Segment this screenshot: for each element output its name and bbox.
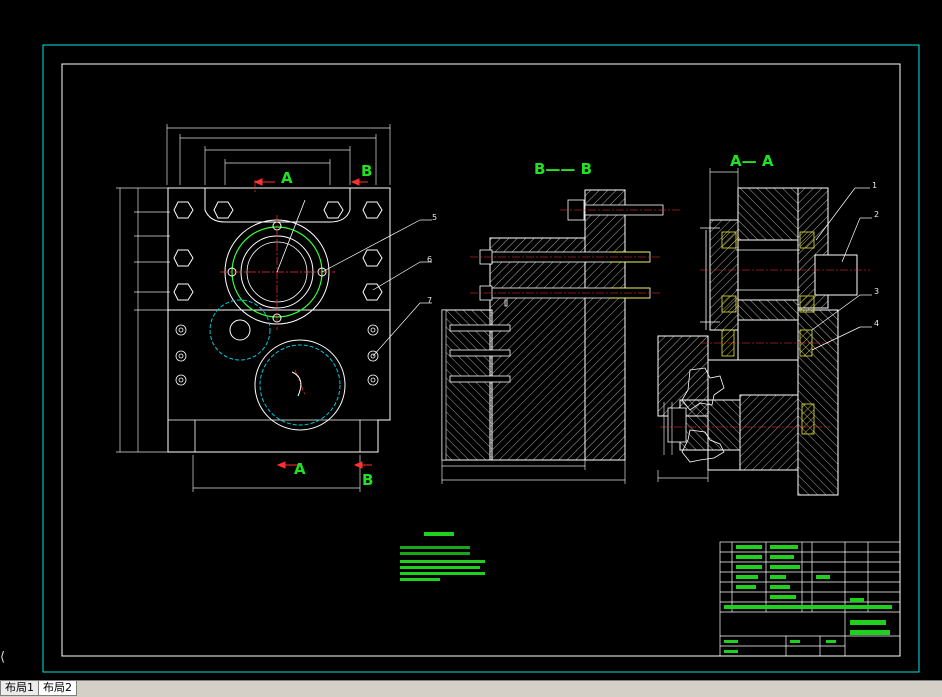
- section-label-a-bottom: A: [294, 460, 306, 478]
- section-label-b-top: B: [361, 162, 373, 180]
- balloon-3: 3: [874, 287, 880, 296]
- layout-tab-bar: 布局1 布局2: [0, 680, 942, 697]
- notes-line: [400, 546, 470, 549]
- section-b-b: [441, 189, 680, 484]
- section-title-a-a: A— A: [730, 152, 774, 170]
- balloon-1: 1: [872, 181, 878, 190]
- balloon-5: 5: [432, 213, 438, 222]
- balloon-6: 6: [427, 255, 433, 264]
- notes-line: [400, 566, 480, 569]
- front-view: [116, 124, 432, 492]
- crosshair-cursor-icon: ⟨: [0, 650, 6, 665]
- notes-heading: [424, 532, 454, 536]
- balloon-2: 2: [874, 210, 880, 219]
- notes-line: [400, 552, 470, 555]
- notes-line: [400, 572, 485, 575]
- balloon-4: 4: [874, 319, 880, 328]
- tab-layout-1[interactable]: 布局1: [0, 681, 39, 696]
- drawing-canvas[interactable]: [0, 0, 942, 680]
- section-title-b-b: B—— B: [534, 160, 593, 178]
- balloon-7: 7: [427, 296, 433, 305]
- section-label-b-bottom: B: [362, 471, 374, 489]
- section-a-a: [657, 168, 872, 496]
- section-label-a-top: A: [281, 169, 293, 187]
- notes-line: [400, 560, 485, 563]
- tab-layout-2[interactable]: 布局2: [38, 681, 77, 696]
- title-block: [719, 541, 901, 657]
- notes-line: [400, 578, 440, 581]
- title-block-fills: [724, 545, 892, 653]
